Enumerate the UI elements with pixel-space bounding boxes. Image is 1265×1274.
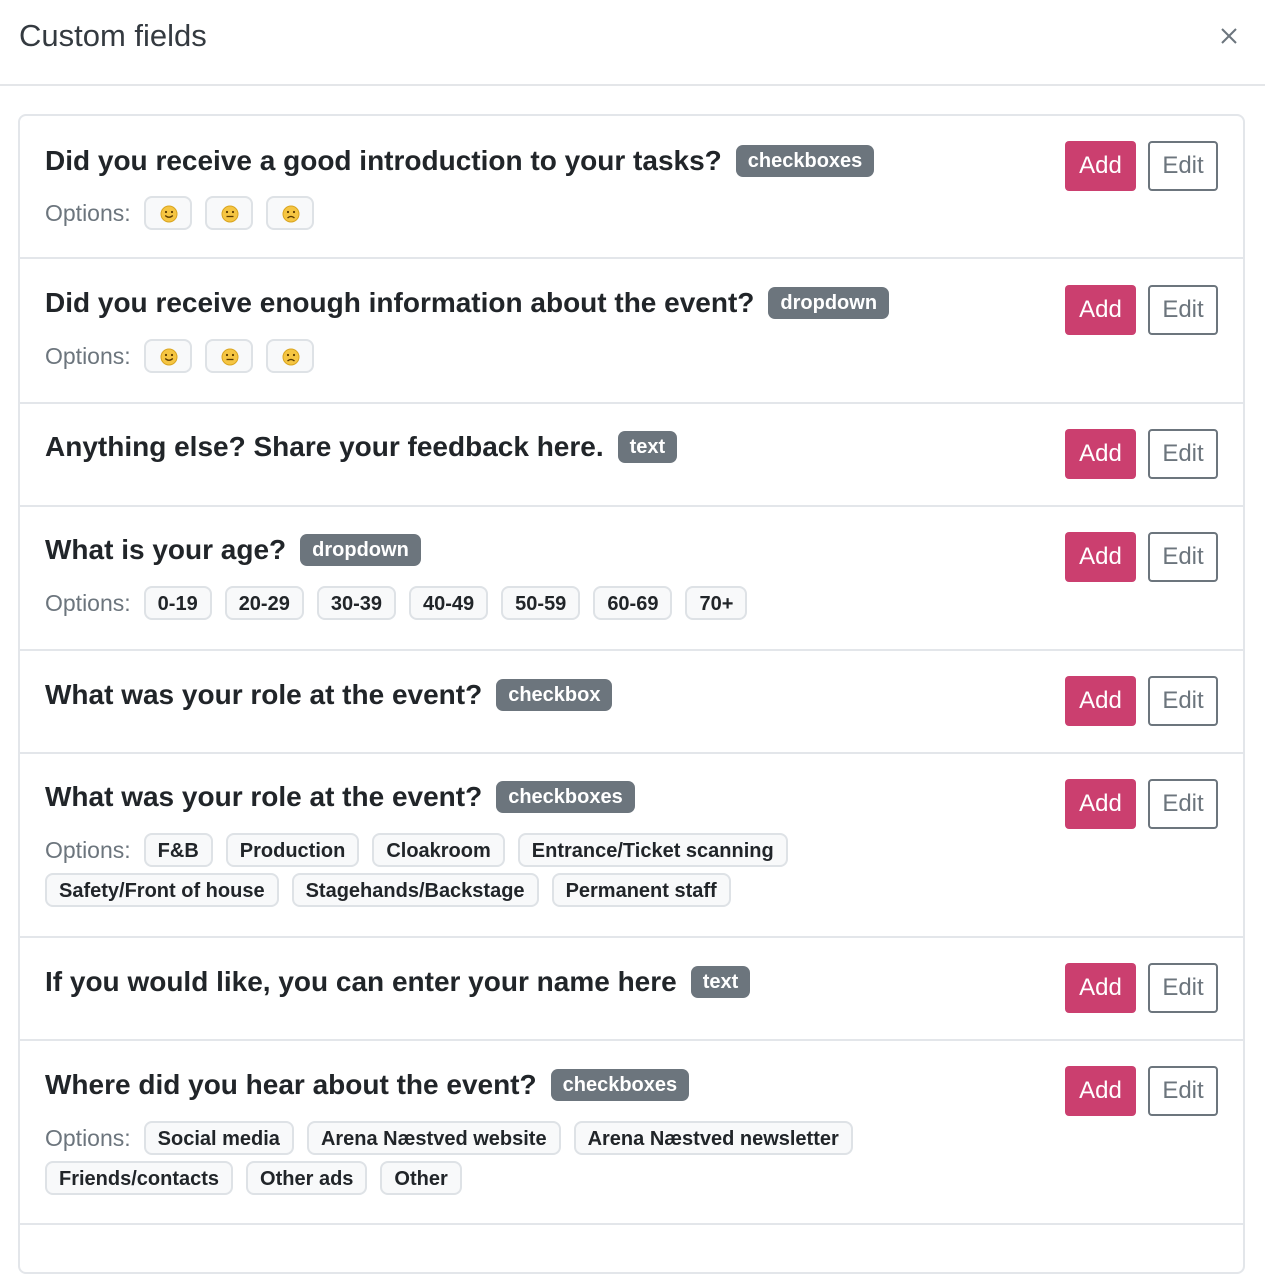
add-button[interactable]: Add [1065,963,1136,1013]
neutral-face-icon [221,348,239,366]
edit-button[interactable]: Edit [1148,779,1218,829]
options-label: Options: [45,1125,131,1151]
field-type-badge: dropdown [300,534,421,566]
option-chip: 30-39 [316,586,396,620]
field-question: If you would like, you can enter your na… [45,966,677,997]
field-row: Where did you hear about the event? chec… [20,1041,1243,1225]
field-options: Options: [45,196,1045,230]
option-chip: Other [380,1161,462,1195]
option-chip [265,196,314,230]
option-chip: 40-49 [409,586,489,620]
field-options: Options: 0-19 20-29 30-39 40-49 50-59 60… [45,586,1045,620]
option-chip: Entrance/Ticket scanning [517,833,788,867]
option-chip: 70+ [685,586,748,620]
field-row: Anything else? Share your feedback here.… [20,404,1243,507]
option-chip: Production [225,833,360,867]
option-chip: 60-69 [593,586,673,620]
field-row: What was your role at the event? checkbo… [20,754,1243,938]
add-button[interactable]: Add [1065,429,1136,479]
add-button[interactable]: Add [1065,141,1136,191]
option-chip [204,196,253,230]
field-type-badge: checkboxes [550,1069,690,1101]
option-chip: Social media [143,1121,294,1155]
field-row [20,1225,1243,1272]
options-label: Options: [45,590,131,616]
add-button[interactable]: Add [1065,676,1136,726]
option-chip: Safety/Front of house [45,873,279,907]
add-button[interactable]: Add [1065,532,1136,582]
custom-fields-list: Did you receive a good introduction to y… [18,114,1245,1274]
field-question: Did you receive enough information about… [45,287,755,318]
option-chip: 20-29 [224,586,304,620]
option-chip: Friends/contacts [45,1161,234,1195]
field-question: Did you receive a good introduction to y… [45,145,722,176]
option-chip: Cloakroom [372,833,505,867]
field-question: What is your age? [45,534,287,565]
field-question: Anything else? Share your feedback here. [45,431,604,462]
edit-button[interactable]: Edit [1148,141,1218,191]
field-type-badge: text [690,966,751,998]
add-button[interactable]: Add [1065,779,1136,829]
field-question: What was your role at the event? [45,781,483,812]
frowning-face-icon [282,205,300,223]
close-button[interactable] [1215,22,1243,50]
option-chip [143,339,192,373]
options-label: Options: [45,837,131,863]
option-chip: 50-59 [501,586,581,620]
field-type-badge: checkboxes [496,781,635,813]
field-question: What was your role at the event? [45,679,483,710]
edit-button[interactable]: Edit [1148,285,1218,335]
field-row: If you would like, you can enter your na… [20,938,1243,1041]
field-options: Options: [45,339,1045,373]
add-button[interactable]: Add [1065,1066,1136,1116]
edit-button[interactable]: Edit [1148,963,1218,1013]
edit-button[interactable]: Edit [1148,1066,1218,1116]
edit-button[interactable]: Edit [1148,676,1218,726]
field-options: Options: Social media Arena Næstved webs… [45,1121,1045,1195]
modal-title: Custom fields [19,18,207,53]
field-row: What is your age? dropdown Options: 0-19… [20,507,1243,651]
neutral-face-icon [221,205,239,223]
field-row: What was your role at the event? checkbo… [20,651,1243,754]
options-label: Options: [45,200,131,226]
option-chip: Stagehands/Backstage [291,873,539,907]
option-chip: Other ads [246,1161,368,1195]
smiling-face-icon [160,205,178,223]
smiling-face-icon [160,348,178,366]
option-chip [265,339,314,373]
field-type-badge: dropdown [768,287,890,319]
field-options: Options: F&B Production Cloakroom Entran… [45,833,1045,907]
option-chip: Permanent staff [551,873,731,907]
modal-header: Custom fields [0,0,1265,86]
field-row: Did you receive enough information about… [20,259,1243,404]
field-type-badge: checkbox [496,679,613,711]
option-chip [143,196,192,230]
frowning-face-icon [282,348,300,366]
edit-button[interactable]: Edit [1148,429,1218,479]
option-chip: 0-19 [143,586,212,620]
options-label: Options: [45,343,131,369]
close-icon [1221,28,1237,44]
field-type-badge: checkboxes [735,145,875,177]
option-chip: Arena Næstved website [306,1121,561,1155]
edit-button[interactable]: Edit [1148,532,1218,582]
field-question: Where did you hear about the event? [45,1069,537,1100]
option-chip: Arena Næstved newsletter [573,1121,853,1155]
field-row: Did you receive a good introduction to y… [20,116,1243,259]
option-chip [204,339,253,373]
option-chip: F&B [143,833,213,867]
field-type-badge: text [617,431,678,463]
add-button[interactable]: Add [1065,285,1136,335]
